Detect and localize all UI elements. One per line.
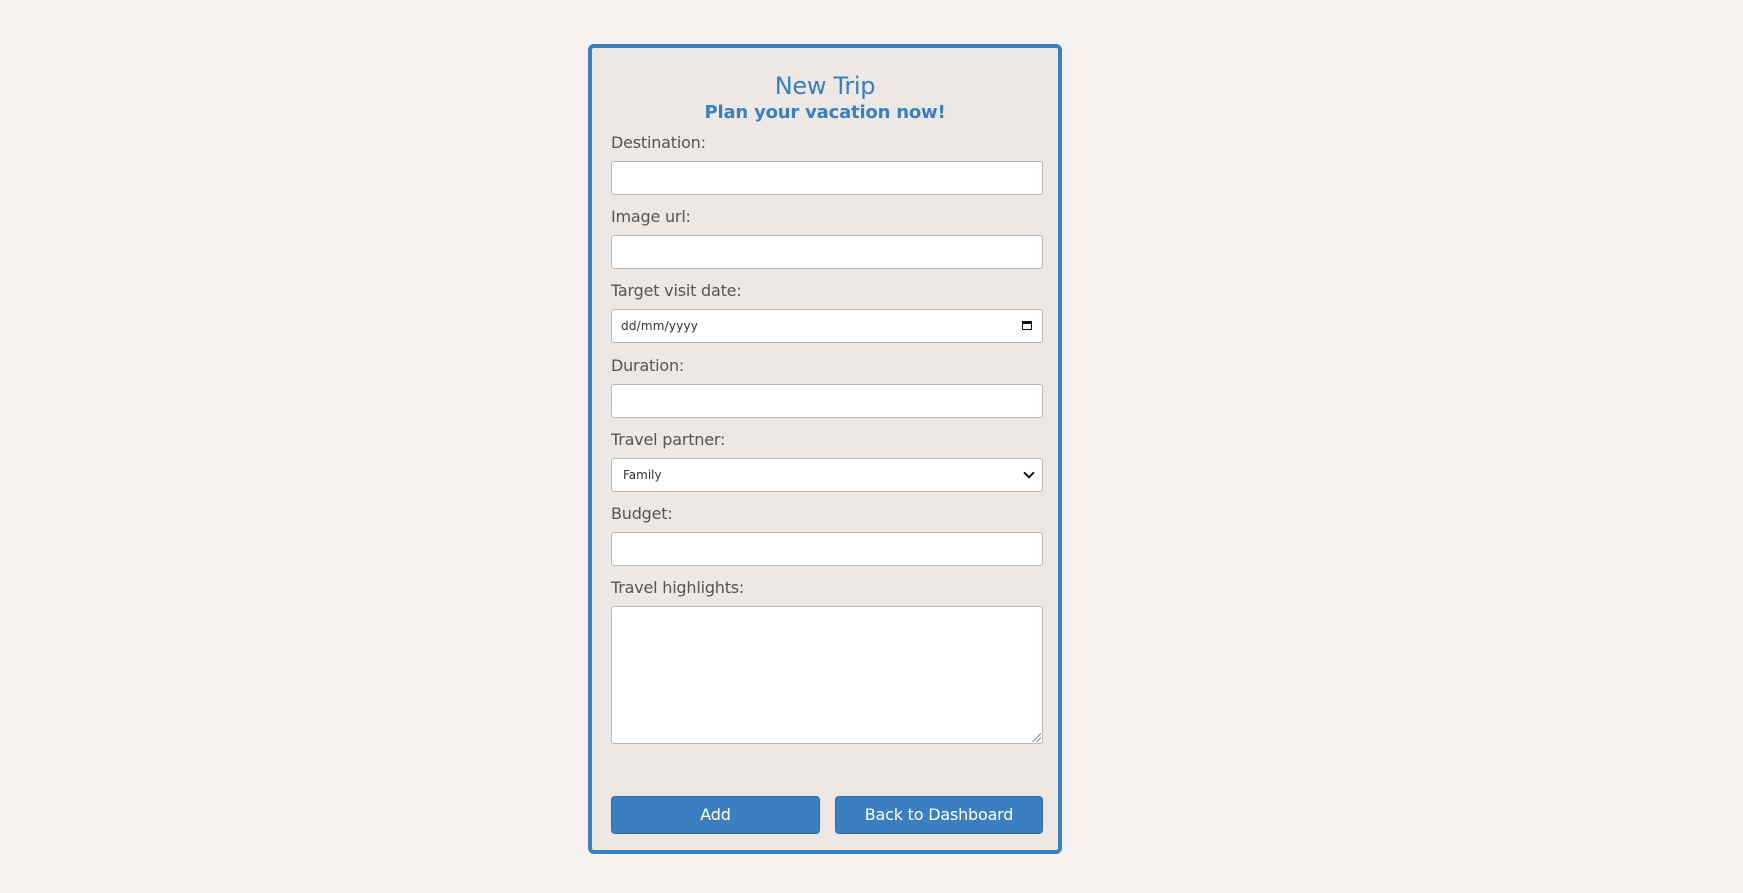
- chevron-down-icon: [1023, 467, 1035, 479]
- destination-label: Destination:: [611, 133, 706, 152]
- destination-group: Destination:: [611, 133, 1043, 195]
- travel-partner-group: Travel partner: Family: [611, 430, 1043, 492]
- travel-partner-value: Family: [623, 468, 662, 482]
- highlights-group: Travel highlights:: [611, 578, 1043, 744]
- date-placeholder: dd/mm/yyyy: [621, 319, 699, 333]
- new-trip-form-card: New Trip Plan your vacation now! Destina…: [588, 44, 1062, 854]
- form-title: New Trip: [774, 72, 876, 100]
- target-date-label: Target visit date:: [611, 281, 742, 300]
- budget-input[interactable]: [611, 532, 1043, 566]
- add-button[interactable]: Add: [611, 796, 820, 834]
- resize-grip-icon[interactable]: [1031, 732, 1041, 742]
- back-to-dashboard-button[interactable]: Back to Dashboard: [835, 796, 1043, 834]
- form-subtitle: Plan your vacation now!: [704, 102, 946, 123]
- travel-partner-select[interactable]: Family: [611, 458, 1043, 492]
- image-url-input[interactable]: [611, 235, 1043, 269]
- travel-partner-label: Travel partner:: [611, 430, 726, 449]
- duration-input[interactable]: [611, 384, 1043, 418]
- destination-input[interactable]: [611, 161, 1043, 195]
- highlights-textarea[interactable]: [611, 606, 1043, 744]
- target-date-input[interactable]: dd/mm/yyyy: [611, 309, 1043, 343]
- budget-group: Budget:: [611, 504, 1043, 566]
- duration-label: Duration:: [611, 356, 685, 375]
- highlights-label: Travel highlights:: [611, 578, 745, 597]
- image-url-group: Image url:: [611, 207, 1043, 269]
- image-url-label: Image url:: [611, 207, 691, 226]
- budget-label: Budget:: [611, 504, 673, 523]
- calendar-icon[interactable]: [1022, 321, 1032, 330]
- target-date-group: Target visit date: dd/mm/yyyy: [611, 281, 1043, 343]
- duration-group: Duration:: [611, 356, 1043, 418]
